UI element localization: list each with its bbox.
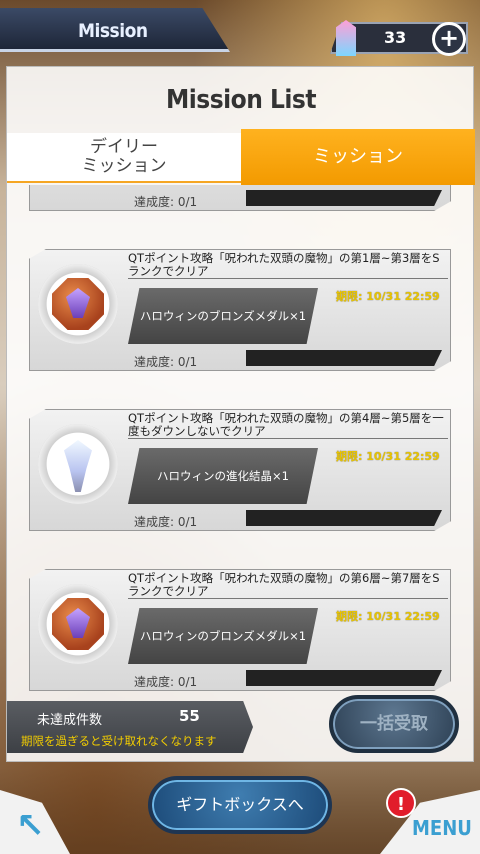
progress-bar bbox=[246, 190, 442, 206]
progress-label: 達成度: 0/1 bbox=[134, 515, 198, 529]
deadline-label: 期限: 10/31 22:59 bbox=[336, 450, 440, 463]
tab-daily-mission[interactable]: デイリー ミッション bbox=[7, 133, 241, 183]
top-bar: Mission 33 + bbox=[0, 0, 480, 62]
mission-panel: Mission List デイリー ミッション ミッション 達成度: 0/1 Q… bbox=[6, 66, 475, 762]
mission-card: QTポイント攻略「呪われた双頭の魔物」の第6層~第7層をSランクでクリア ハロウ… bbox=[29, 569, 451, 691]
tab-daily-label-line1: デイリー bbox=[90, 137, 158, 157]
menu-label: MENU bbox=[412, 816, 472, 840]
incomplete-count-value: 55 bbox=[179, 707, 200, 725]
expiry-note: 期限を過ぎると受け取れなくなります bbox=[21, 734, 217, 748]
incomplete-count-label: 未達成件数 bbox=[37, 713, 103, 728]
tab-daily-label-line2: ミッション bbox=[81, 156, 167, 176]
mission-card: QTポイント攻略「呪われた双頭の魔物」の第4層~第5層を一度もダウンしないでクリ… bbox=[29, 409, 451, 531]
progress-bar bbox=[246, 670, 442, 686]
progress-label: 達成度: 0/1 bbox=[134, 675, 198, 689]
mission-card: 達成度: 0/1 bbox=[29, 185, 451, 211]
add-currency-button[interactable]: + bbox=[432, 22, 466, 56]
currency-icon bbox=[336, 20, 356, 56]
reward-label: ハロウィンの進化結晶×1 bbox=[128, 448, 318, 504]
progress-bar bbox=[246, 350, 442, 366]
mission-description: QTポイント攻略「呪われた双頭の魔物」の第4層~第5層を一度もダウンしないでクリ… bbox=[128, 412, 448, 439]
incomplete-summary: 未達成件数 55 期限を過ぎると受け取れなくなります bbox=[7, 701, 253, 753]
mission-list[interactable]: 達成度: 0/1 QTポイント攻略「呪われた双頭の魔物」の第1層~第3層をSラン… bbox=[7, 185, 475, 695]
bulk-receive-button[interactable]: 一括受取 bbox=[329, 695, 459, 753]
progress-label: 達成度: 0/1 bbox=[134, 355, 198, 369]
tab-mission[interactable]: ミッション bbox=[241, 129, 475, 185]
progress-bar bbox=[246, 510, 442, 526]
currency-value: 33 bbox=[384, 28, 407, 47]
deadline-label: 期限: 10/31 22:59 bbox=[336, 290, 440, 303]
page-title: Mission bbox=[78, 20, 148, 42]
mission-card: QTポイント攻略「呪われた双頭の魔物」の第1層~第3層をSランクでクリア ハロウ… bbox=[29, 249, 451, 371]
mission-description: QTポイント攻略「呪われた双頭の魔物」の第6層~第7層をSランクでクリア bbox=[128, 572, 448, 599]
reward-label: ハロウィンのブロンズメダル×1 bbox=[128, 608, 318, 664]
deadline-label: 期限: 10/31 22:59 bbox=[336, 610, 440, 623]
mission-description: QTポイント攻略「呪われた双頭の魔物」の第1層~第3層をSランクでクリア bbox=[128, 252, 448, 279]
reward-label: ハロウィンのブロンズメダル×1 bbox=[128, 288, 318, 344]
gift-box-button[interactable]: ギフトボックスへ bbox=[148, 776, 332, 834]
panel-title: Mission List bbox=[165, 85, 317, 115]
back-arrow-icon: ↖ bbox=[16, 806, 45, 846]
alert-badge-icon: ! bbox=[386, 788, 416, 818]
progress-label: 達成度: 0/1 bbox=[134, 195, 198, 209]
